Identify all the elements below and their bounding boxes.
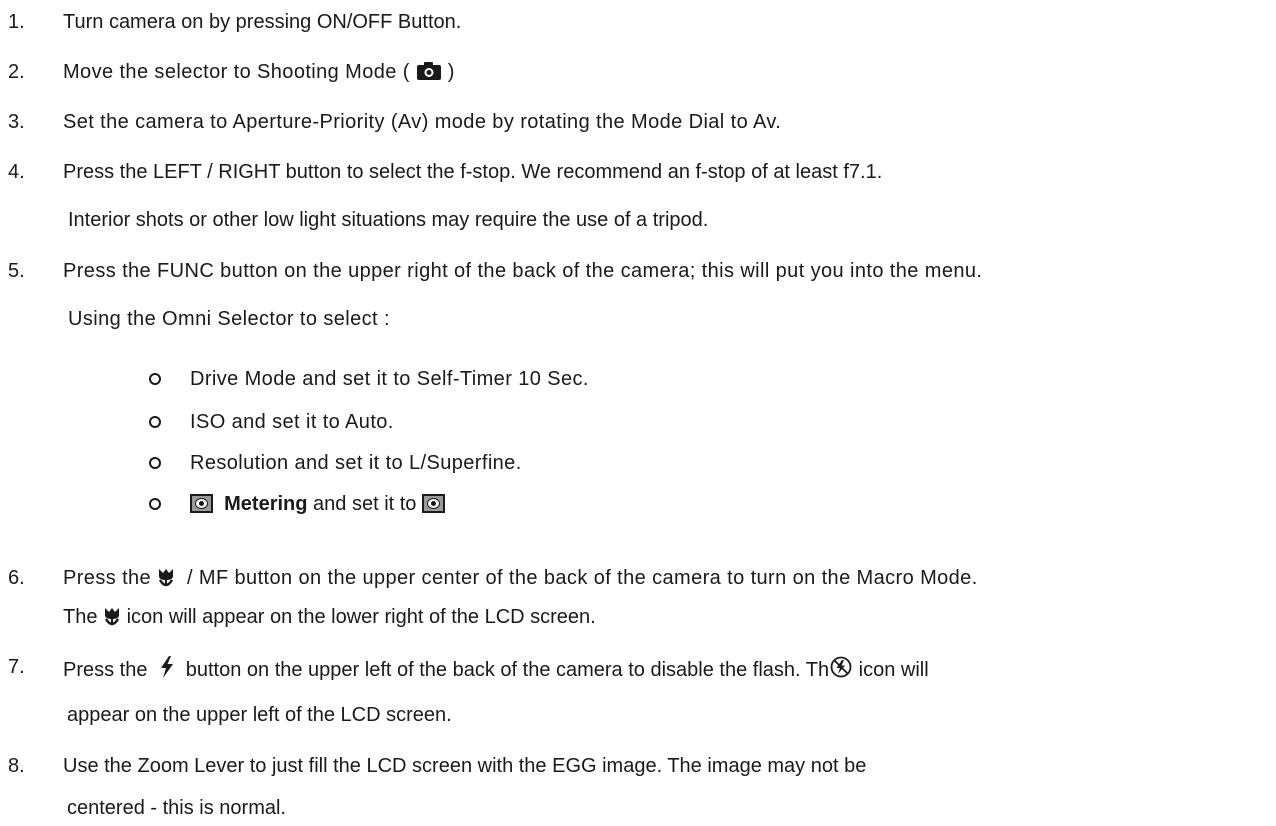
flash-icon xyxy=(159,655,175,685)
evaluative-metering-icon xyxy=(421,494,445,513)
step-text: Press the / MF button on the upper cente… xyxy=(63,566,978,593)
step-text-part: ) xyxy=(447,61,455,83)
step-number: 8. xyxy=(8,755,25,777)
step-text: Use the Zoom Lever to just fill the LCD … xyxy=(63,755,867,777)
macro-flower-icon xyxy=(157,567,175,593)
step-text-part: button on the upper left of the back of … xyxy=(180,659,830,681)
bullet-text: Metering and set it to xyxy=(190,492,445,516)
step-text: Using the Omni Selector to select : xyxy=(68,308,390,330)
step-text: Move the selector to Shooting Mode ( ) xyxy=(63,60,455,87)
step-text: centered - this is normal. xyxy=(67,797,286,819)
macro-flower-icon xyxy=(103,606,121,632)
metering-rest: and set it to xyxy=(307,493,422,515)
bullet-text: Resolution and set it to L/Superfine. xyxy=(190,452,522,474)
step-text: The icon will appear on the lower right … xyxy=(63,605,596,632)
metering-label: Metering xyxy=(224,493,308,515)
bullet-icon xyxy=(149,416,161,428)
step-number: 5. xyxy=(8,260,25,282)
step-text-part: The xyxy=(63,606,104,628)
bullet-icon xyxy=(149,457,161,469)
step-text: Press the button on the upper left of th… xyxy=(63,655,929,685)
step-number: 3. xyxy=(8,111,25,133)
bullet-icon xyxy=(149,373,161,385)
step-number: 2. xyxy=(8,61,25,83)
step-text-part: Move the selector to Shooting Mode ( xyxy=(63,61,410,83)
step-text: appear on the upper left of the LCD scre… xyxy=(67,704,452,726)
step-text: Press the LEFT / RIGHT button to select … xyxy=(63,161,883,183)
bullet-text: Drive Mode and set it to Self-Timer 10 S… xyxy=(190,368,589,390)
step-text: Interior shots or other low light situat… xyxy=(68,209,709,231)
step-text-part: icon will appear on the lower right of t… xyxy=(121,606,596,628)
step-text-part: Press the xyxy=(63,659,154,681)
step-text: Press the FUNC button on the upper right… xyxy=(63,260,983,282)
step-text: Set the camera to Aperture-Priority (Av)… xyxy=(63,111,782,133)
step-number: 1. xyxy=(8,11,25,33)
evaluative-metering-icon xyxy=(190,494,213,513)
flash-off-icon xyxy=(829,655,853,685)
step-number: 7. xyxy=(8,656,25,678)
camera-icon xyxy=(416,61,442,87)
bullet-icon xyxy=(149,498,161,510)
step-text-part: Press the xyxy=(63,567,158,589)
step-text-part: / MF button on the upper center of the b… xyxy=(181,567,978,589)
step-text-part: icon will xyxy=(853,659,929,681)
step-text: Turn camera on by pressing ON/OFF Button… xyxy=(63,11,462,33)
step-number: 4. xyxy=(8,161,25,183)
bullet-text: ISO and set it to Auto. xyxy=(190,411,394,433)
step-number: 6. xyxy=(8,567,25,589)
